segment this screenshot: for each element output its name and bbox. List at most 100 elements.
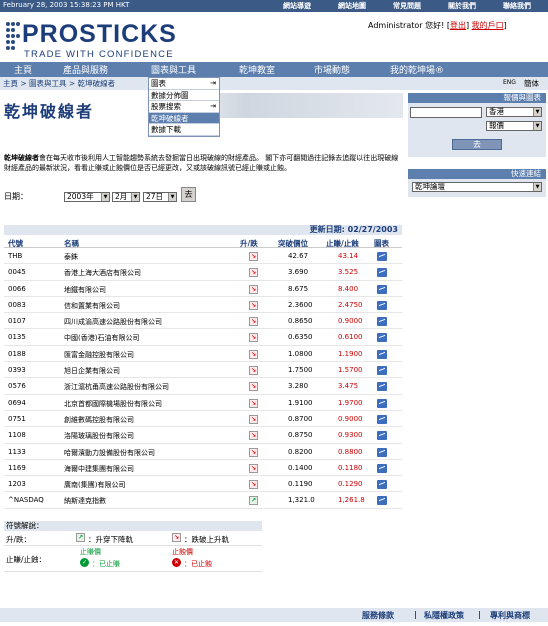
footer-terms[interactable]: 服務條款 <box>362 610 394 621</box>
row-name[interactable]: 地鐵有限公司 <box>64 285 106 295</box>
chart-icon[interactable] <box>377 300 387 310</box>
legend-direction-row: 升/跌： ↗ ：升穿下降軌 ↘ ：跌破上升軌 <box>4 531 262 546</box>
table-row: 0694 北京首都國際機場股份有限公司 ↘ 1.9100 1.9700 <box>4 395 402 411</box>
lang-sc[interactable]: 簡体 <box>524 78 539 89</box>
table-row: 1169 海爾中建集團有限公司 ↘ 0.1400 0.1180 <box>4 460 402 477</box>
nav-my-field[interactable]: 我的乾坤場® <box>390 63 444 76</box>
chevron-down-icon: ▼ <box>533 108 541 116</box>
row-price: 1.7500 <box>288 366 313 375</box>
quick-link-value: 乾坤論壇 <box>415 182 445 191</box>
menu-item-distribution[interactable]: 數據分佈圖 <box>149 90 219 101</box>
row-name[interactable]: 廣南(集團)有限公司 <box>64 480 125 490</box>
nav-classroom[interactable]: 乾坤教室 <box>239 63 275 76</box>
menu-item-charts[interactable]: 圖表 ⇥ <box>149 78 219 90</box>
row-name[interactable]: 浙江滬杭甬高速公路股份有限公司 <box>64 382 169 392</box>
row-name[interactable]: 中國(香港)石油有限公司 <box>64 333 139 343</box>
row-code: 0751 <box>8 414 26 423</box>
market-select[interactable]: 香港 ▼ <box>486 107 542 117</box>
menu-item-breakout[interactable]: 乾坤破線者 <box>149 112 219 124</box>
date-go-button[interactable]: 去 <box>181 187 196 202</box>
arrow-down-icon: ↘ <box>249 349 258 359</box>
footer-patents[interactable]: 專利與商標 <box>490 610 530 621</box>
chart-icon[interactable] <box>377 398 387 408</box>
contact-link[interactable]: 聯絡我們 <box>503 1 531 11</box>
datetime: February 28, 2003 15:38:23 PM HKT <box>3 1 130 9</box>
arrow-down-icon: ↘ <box>249 431 258 441</box>
row-target: 0.6100 <box>338 333 363 342</box>
month-select[interactable]: 2月 ▼ <box>112 192 140 202</box>
row-name[interactable]: 創維數碼控股有限公司 <box>64 415 134 425</box>
arrow-down-icon: ↘ <box>249 300 258 310</box>
menu-item-download[interactable]: 數據下載 <box>149 124 219 136</box>
about-link[interactable]: 關於我們 <box>448 1 476 11</box>
row-code: 0045 <box>8 268 26 277</box>
symbol-input[interactable] <box>410 107 482 118</box>
nav-products[interactable]: 產品與服務 <box>63 63 108 76</box>
row-name[interactable]: 海爾中建集團有限公司 <box>64 464 134 474</box>
quote-go-button[interactable]: 去 <box>452 139 502 150</box>
chevron-down-icon: ▼ <box>131 193 139 201</box>
row-code: 0135 <box>8 333 26 342</box>
row-name[interactable]: 洛陽玻璃股份有限公司 <box>64 431 134 441</box>
chart-icon[interactable] <box>377 366 387 376</box>
row-target: 1.9700 <box>338 398 363 407</box>
row-name[interactable]: 香港上海大酒店有限公司 <box>64 268 141 278</box>
faq-link[interactable]: 常見問題 <box>393 1 421 11</box>
nav-home[interactable]: 主頁 <box>14 63 32 76</box>
chart-icon[interactable] <box>377 431 387 441</box>
chart-icon[interactable] <box>377 284 387 294</box>
arrow-down-icon: ↘ <box>249 480 258 490</box>
row-name[interactable]: 旭日企業有限公司 <box>64 366 120 376</box>
year-select[interactable]: 2003年 ▼ <box>64 192 110 202</box>
quick-links-select[interactable]: 乾坤論壇 ▼ <box>412 182 542 192</box>
row-name[interactable]: 北京首都國際機場股份有限公司 <box>64 399 162 409</box>
row-name[interactable]: 四川成渝高速公路股份有限公司 <box>64 317 162 327</box>
row-code: 1133 <box>8 447 26 456</box>
chart-icon[interactable] <box>377 252 387 261</box>
chart-icon[interactable] <box>377 268 387 278</box>
menu-item-stock-search[interactable]: 股票搜索 ⇥ <box>149 101 219 113</box>
menu-item-label: 數據分佈圖 <box>151 90 189 100</box>
chart-icon[interactable] <box>377 414 387 424</box>
row-code: 1169 <box>8 463 26 472</box>
chart-icon[interactable] <box>377 349 387 359</box>
row-name[interactable]: 信和置業有限公司 <box>64 301 120 311</box>
row-name[interactable]: 哈爾濱動力設備股份有限公司 <box>64 448 155 458</box>
day-select[interactable]: 27日 ▼ <box>143 192 177 202</box>
chart-icon[interactable] <box>377 496 387 506</box>
chart-icon[interactable] <box>377 317 387 327</box>
nav-market[interactable]: 市場動態 <box>314 63 350 76</box>
quote-type-select[interactable]: 報價 ▼ <box>486 121 542 131</box>
submenu-arrow-icon: ⇥ <box>210 102 216 110</box>
chart-icon[interactable] <box>377 463 387 473</box>
table-body: THB 泰銖 ↘ 42.67 43.14 0045 香港上海大酒店有限公司 ↘ 3.690 3.5… <box>4 248 402 509</box>
chart-icon[interactable] <box>377 480 387 490</box>
legend-title: 符號解說： <box>4 521 262 531</box>
chart-icon[interactable] <box>377 447 387 457</box>
legend-direction-label: 升/跌： <box>6 535 32 544</box>
chart-icon[interactable] <box>377 382 387 392</box>
breadcrumb[interactable]: 主頁 > 圖表與工具 > 乾坤破線者 <box>3 78 115 89</box>
logo[interactable]: PROSTICKS <box>22 20 177 49</box>
lang-eng[interactable]: ENG <box>503 79 516 86</box>
logout-link[interactable]: 登出 <box>450 21 466 30</box>
day-value: 27日 <box>146 192 164 201</box>
legend-tp-title: 止賺價 <box>80 548 101 556</box>
chart-icon[interactable] <box>377 333 387 343</box>
row-price: 42.67 <box>288 252 309 260</box>
row-name[interactable]: 泰銖 <box>64 252 78 262</box>
main-nav: 主頁 產品與服務 圖表與工具 乾坤教室 市場動態 我的乾坤場® <box>0 62 548 77</box>
footer-privacy[interactable]: 私隱權政策 <box>424 610 464 621</box>
sitemap-link[interactable]: 網站地圖 <box>338 1 366 11</box>
row-name[interactable]: 匯富金融控股有限公司 <box>64 350 134 360</box>
row-price: 2.3600 <box>288 300 313 309</box>
top-bar: February 28, 2003 15:38:23 PM HKT 網站導遊 網… <box>0 0 548 12</box>
site-guide-link[interactable]: 網站導遊 <box>283 1 311 11</box>
row-target: 1.1900 <box>338 349 363 358</box>
row-name[interactable]: 納斯達克指數 <box>64 496 106 506</box>
row-price: 1.0800 <box>288 349 313 358</box>
nav-charts-tools[interactable]: 圖表與工具 <box>151 63 196 76</box>
market-value: 香港 <box>489 107 504 116</box>
arrow-down-icon: ↘ <box>249 252 258 261</box>
my-account-link[interactable]: 我的戶口 <box>472 21 504 30</box>
